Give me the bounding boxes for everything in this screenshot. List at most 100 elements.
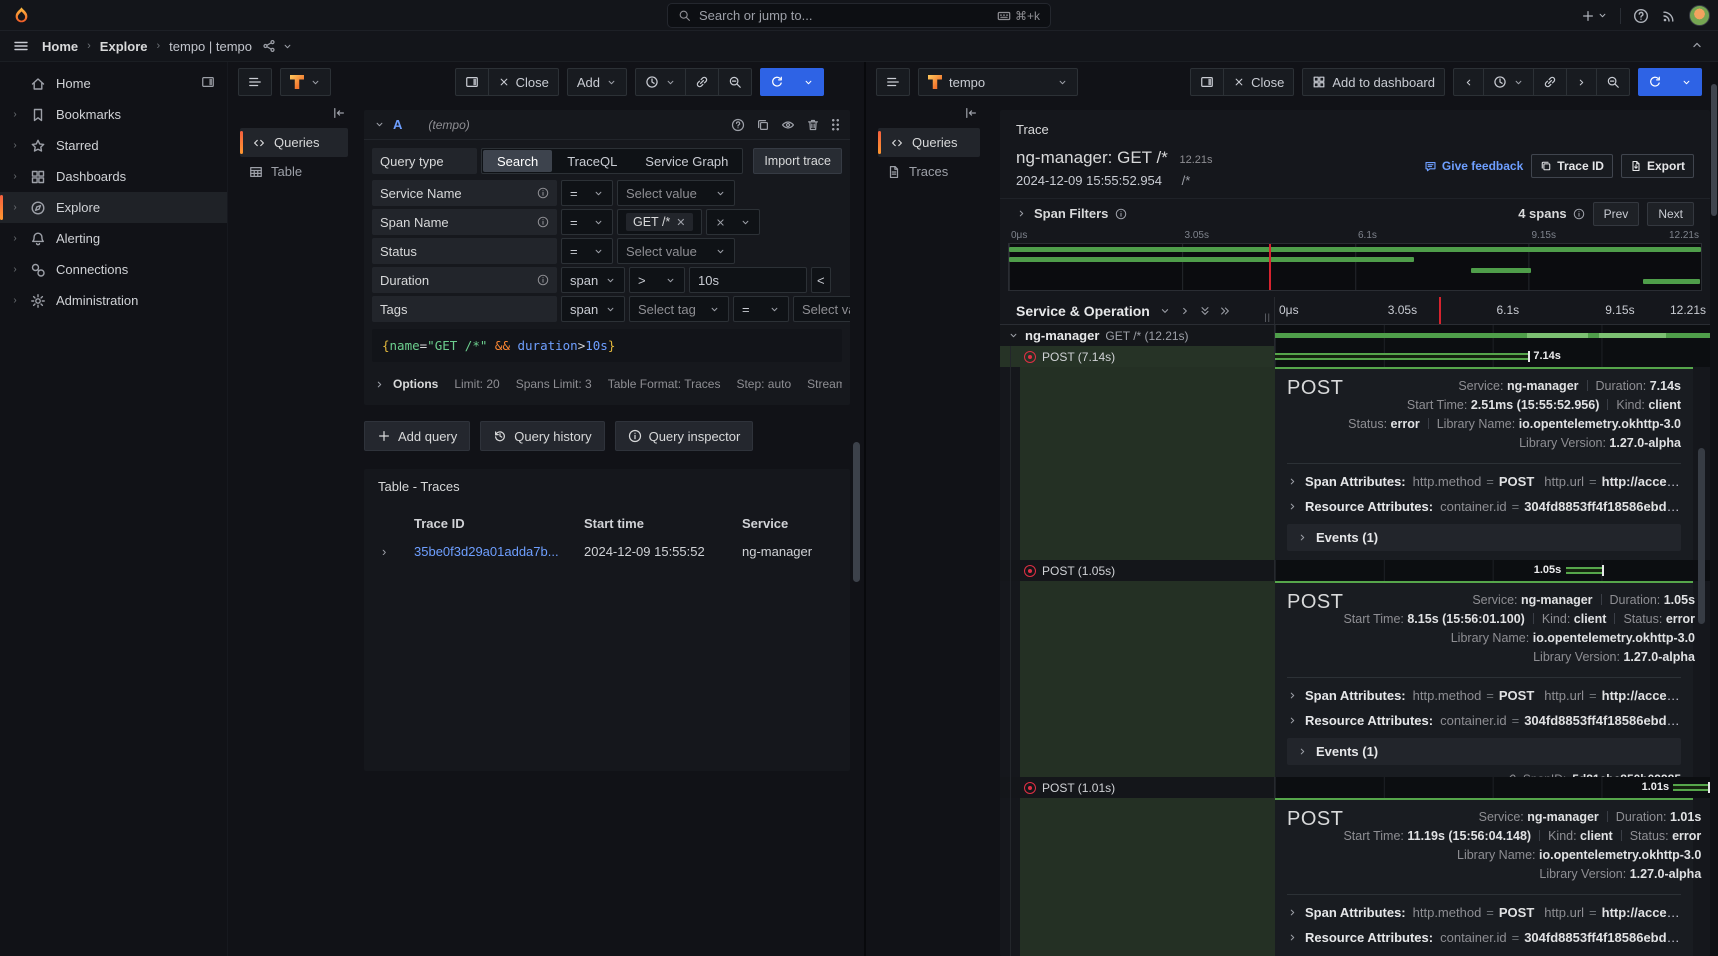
zoom-out-button[interactable] [1596, 68, 1630, 96]
tags-select[interactable]: Select tag [629, 296, 729, 322]
collapse-all-icon[interactable] [1199, 305, 1211, 317]
drag-handle-icon[interactable] [831, 118, 840, 131]
export-button[interactable]: Export [1621, 154, 1694, 178]
collapse-panel-button[interactable] [1690, 38, 1704, 55]
trace-id-button[interactable]: Trace ID [1531, 154, 1613, 178]
collapse-tabs-button[interactable] [878, 106, 980, 128]
sidebar-item-explore[interactable]: › Explore [0, 192, 227, 223]
query-type-search[interactable]: Search [483, 150, 552, 172]
close-pane-button-left[interactable]: Close [488, 68, 559, 96]
sidebar-item-dashboards[interactable]: › Dashboards [0, 161, 227, 192]
add-query-button[interactable]: Add query [364, 421, 470, 451]
prev-span-button[interactable]: Prev [1593, 202, 1640, 226]
share-icon[interactable] [262, 39, 276, 53]
col-start-time[interactable]: Start time [584, 516, 742, 531]
time-range-picker[interactable] [635, 68, 686, 96]
tab-queries-right[interactable]: Queries [878, 128, 980, 157]
sidebar-item-starred[interactable]: › Starred [0, 130, 227, 161]
delete-query-icon[interactable] [806, 118, 820, 132]
breadcrumb-explore[interactable]: Explore [100, 39, 148, 54]
breadcrumb-home[interactable]: Home [42, 39, 78, 54]
sidebar-item-administration[interactable]: › Administration [0, 285, 227, 316]
run-query-button[interactable] [1638, 68, 1672, 96]
page-scrollbar[interactable] [1710, 62, 1718, 956]
sidebar-item-connections[interactable]: › Connections [0, 254, 227, 285]
query-type-traceql[interactable]: TraceQL [553, 149, 631, 173]
info-icon[interactable] [537, 216, 549, 228]
tags-scope[interactable]: span [561, 296, 625, 322]
col-trace-id[interactable]: Trace ID [414, 516, 584, 531]
span-row[interactable]: POST (1.01s) 1.01s [1000, 777, 1710, 798]
datasource-picker-left[interactable] [280, 68, 331, 96]
sidebar-item-bookmarks[interactable]: › Bookmarks [0, 99, 227, 130]
status-operator[interactable]: = [561, 238, 613, 264]
add-menu-button[interactable]: Add [567, 68, 627, 96]
trace-minimap[interactable]: 0μs 3.05s 6.1s 9.15s 12.21s [1008, 230, 1702, 291]
next-span-button[interactable]: Next [1647, 202, 1694, 226]
query-help-icon[interactable] [731, 118, 745, 132]
split-pane-button[interactable] [1190, 68, 1224, 96]
expand-all-icon[interactable] [1219, 305, 1231, 317]
span-name-clear[interactable] [706, 209, 760, 235]
row-expander-icon[interactable]: › [378, 544, 414, 559]
span-row-parent[interactable]: ng-manager GET /* (12.21s) [1000, 325, 1710, 346]
service-name-value[interactable]: Select value [617, 180, 735, 206]
query-type-service-graph[interactable]: Service Graph [631, 149, 742, 173]
left-pane-scrollbar[interactable] [853, 112, 860, 956]
events-row[interactable]: Events (1) [1287, 738, 1681, 765]
run-query-interval-button[interactable] [793, 68, 824, 96]
help-button[interactable] [1633, 8, 1649, 24]
query-ref-id[interactable]: A [393, 117, 402, 132]
run-query-button[interactable] [760, 68, 794, 96]
span-filters-label[interactable]: Span Filters [1034, 206, 1108, 221]
col-service[interactable]: Service [742, 516, 836, 531]
share-link-button[interactable] [1533, 68, 1567, 96]
chevron-down-icon[interactable] [282, 41, 293, 52]
span-attributes-row[interactable]: Span Attributes: http.method=POSThttp.ur… [1287, 688, 1681, 703]
time-shift-forward-button[interactable] [1566, 68, 1597, 96]
tab-traces[interactable]: Traces [878, 157, 980, 186]
table-row[interactable]: › 35be0f3d29a01adda7b... 2024-12-09 15:5… [378, 536, 836, 566]
duplicate-query-icon[interactable] [756, 118, 770, 132]
chevron-right-icon[interactable] [1016, 208, 1027, 219]
time-range-picker[interactable] [1483, 68, 1534, 96]
import-trace-button[interactable]: Import trace [753, 148, 842, 174]
remove-chip-icon[interactable]: ✕ [676, 216, 685, 229]
status-value[interactable]: Select value [617, 238, 735, 264]
chevron-down-icon[interactable] [1008, 330, 1019, 341]
span-row[interactable]: POST (7.14s) 7.14s [1000, 346, 1710, 367]
info-icon[interactable] [537, 274, 549, 286]
span-attributes-row[interactable]: Span Attributes: http.method=POSThttp.ur… [1287, 905, 1681, 920]
disable-query-icon[interactable] [781, 118, 795, 132]
resource-attributes-row[interactable]: Resource Attributes: container.id=304fd8… [1287, 930, 1681, 945]
sidebar-item-alerting[interactable]: › Alerting [0, 223, 227, 254]
collapse-tabs-button[interactable] [240, 106, 348, 128]
info-icon[interactable] [537, 187, 549, 199]
tags-operator[interactable]: = [733, 296, 789, 322]
duration-max-operator[interactable]: < [811, 267, 831, 293]
duration-scope[interactable]: span [561, 267, 625, 293]
column-resize-handle[interactable]: || [1264, 312, 1271, 322]
info-icon[interactable] [1115, 208, 1127, 220]
zoom-out-button[interactable] [718, 68, 752, 96]
add-to-dashboard-button[interactable]: Add to dashboard [1302, 68, 1445, 96]
resource-attributes-row[interactable]: Resource Attributes: container.id=304fd8… [1287, 499, 1681, 514]
span-bar[interactable] [1275, 353, 1529, 360]
service-name-operator[interactable]: = [561, 180, 613, 206]
menu-toggle-button[interactable] [0, 38, 42, 54]
resource-attributes-row[interactable]: Resource Attributes: container.id=304fd8… [1287, 713, 1681, 728]
query-rows-button[interactable] [238, 68, 272, 96]
span-attributes-row[interactable]: Span Attributes: http.method=POSThttp.ur… [1287, 474, 1681, 489]
query-history-button[interactable]: Query history [480, 421, 604, 451]
give-feedback-link[interactable]: Give feedback [1424, 159, 1523, 173]
grafana-logo[interactable] [0, 6, 42, 25]
span-name-value[interactable]: GET /*✕ [617, 209, 702, 235]
span-name-chip[interactable]: GET /*✕ [626, 213, 693, 231]
expand-one-icon[interactable] [1179, 305, 1191, 317]
tags-value[interactable]: Select va [793, 296, 850, 322]
tab-table[interactable]: Table [240, 157, 348, 186]
trace-id-link[interactable]: 35be0f3d29a01adda7b... [414, 544, 584, 559]
query-options-row[interactable]: Options Limit: 20 Spans Limit: 3 Table F… [372, 369, 842, 405]
sidebar-item-home[interactable]: Home [0, 68, 227, 99]
run-query-interval-button[interactable] [1671, 68, 1702, 96]
